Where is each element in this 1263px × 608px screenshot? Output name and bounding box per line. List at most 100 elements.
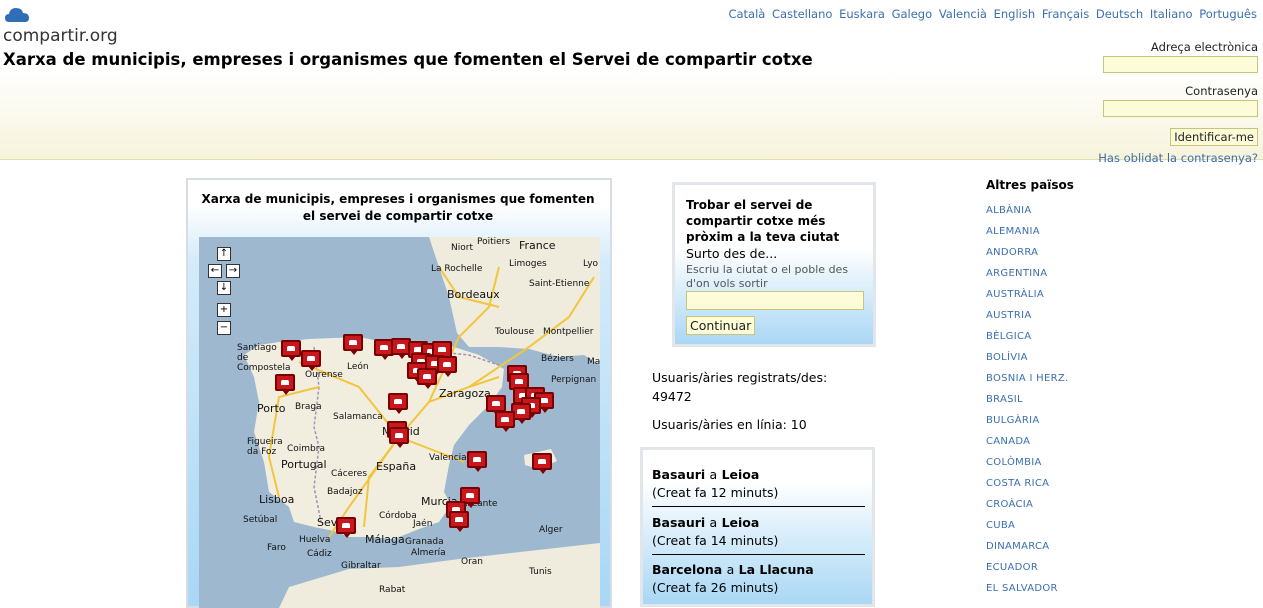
map-marker[interactable] [449,511,469,532]
map-label-oran: Oran [461,557,484,567]
trip-to: Leioa [721,467,760,482]
online-users-text: Usuaris/àries en línia: 10 [652,417,807,432]
country-link[interactable]: ANDORRA [986,247,1038,258]
map-label-zaragoza: Zaragoza [439,387,491,400]
pan-down-button[interactable]: ↓ [217,281,231,295]
map-marker[interactable] [437,356,457,377]
map-label-france: France [519,239,556,252]
map-label-montpellier: Montpellier [543,327,594,337]
page-title: Xarxa de municipis, empreses i organisme… [3,50,813,69]
map-marker[interactable] [467,451,487,472]
lang-link-eu[interactable]: Euskara [839,7,885,21]
country-link[interactable]: CUBA [986,520,1015,531]
trip-created: (Creat fa 12 minuts) [652,485,779,500]
password-label: Contrasenya [1185,84,1258,98]
country-link[interactable]: AUSTRIA [986,310,1031,321]
map-label-valencia: Valencia [429,453,467,463]
lang-link-pt[interactable]: Português [1199,7,1257,21]
map-label-coimbra: Coimbra [287,444,325,454]
country-link[interactable]: CANADA [986,436,1030,447]
country-link[interactable]: CROÀCIA [986,499,1033,510]
country-link[interactable]: COSTA RICA [986,478,1049,489]
list-item[interactable]: Barcelona a La Llacuna (Creat fa 26 minu… [652,561,865,601]
map-label-saintetienne: Saint-Etienne [529,279,590,289]
country-link[interactable]: ARGENTINA [986,268,1047,279]
map-label-setubal: Setúbal [243,515,278,525]
map-label-cordoba: Córdoba [379,511,417,521]
login-button[interactable]: Identificar-me [1170,128,1258,146]
pan-left-button[interactable]: ← [208,264,222,278]
lang-link-ca[interactable]: Català [728,7,765,21]
login-form: Adreça electrònica Contrasenya Identific… [1098,40,1258,165]
country-link[interactable]: COLÒMBIA [986,457,1042,468]
continue-button[interactable]: Continuar [686,316,756,335]
network-map[interactable]: ↑ ← → ↓ + − France Niort Poitiers Limoge… [199,237,600,608]
search-box-hint: Escriu la ciutat o el poble des d'on vol… [686,263,849,290]
map-label-santiago: Santiago de Compostela [237,343,291,373]
map-label-almeria: Almería [411,548,446,558]
map-marker[interactable] [281,340,301,361]
country-link[interactable]: AUSTRÀLIA [986,289,1044,300]
email-field[interactable] [1103,56,1258,73]
lang-link-en[interactable]: English [994,7,1036,21]
map-marker[interactable] [275,374,295,395]
forgot-password-link[interactable]: Has oblidat la contrasenya? [1098,151,1258,165]
map-marker[interactable] [486,395,506,416]
map-marker[interactable] [301,350,321,371]
map-panel: Xarxa de municipis, empreses i organisme… [186,178,612,608]
map-label-malaga: Málaga [365,533,405,546]
map-label-porto: Porto [257,402,286,415]
country-link[interactable]: DINAMARCA [986,541,1049,552]
map-label-espana: España [376,460,417,473]
country-link[interactable]: BOLÍVIA [986,352,1028,363]
map-marker[interactable] [495,411,515,432]
trip-created: (Creat fa 26 minuts) [652,580,779,595]
list-item[interactable]: Basauri a Leioa (Creat fa 12 minuts) [652,466,865,507]
country-link[interactable]: BRASIL [986,394,1023,405]
country-link[interactable]: BULGÀRIA [986,415,1039,426]
lang-link-de[interactable]: Deutsch [1096,7,1143,21]
map-marker[interactable] [532,453,552,474]
map-marker[interactable] [343,334,363,355]
trip-created: (Creat fa 14 minuts) [652,533,779,548]
search-box-subtitle: Surto des de... [686,246,778,261]
zoom-in-button[interactable]: + [217,303,231,317]
lang-link-it[interactable]: Italiano [1150,7,1193,21]
country-link[interactable]: BÈLGICA [986,331,1031,342]
map-marker[interactable] [336,517,356,538]
other-countries: Altres països ALBÀNIA ALEMANIA ANDORRA A… [986,178,1074,599]
header: compartir.org Català Castellano Euskara … [0,0,1263,165]
lang-link-es[interactable]: Castellano [772,7,832,21]
pan-up-button[interactable]: ↑ [217,247,231,261]
map-label-braga: Braga [295,402,322,412]
password-field[interactable] [1103,100,1258,117]
map-label-perpignan: Perpignan [551,375,597,385]
lang-link-gl[interactable]: Galego [892,7,933,21]
map-label-alger: Alger [539,525,563,535]
lang-link-va[interactable]: Valencià [939,7,987,21]
map-marker[interactable] [389,427,409,448]
map-label-toulouse: Toulouse [495,327,535,337]
country-link[interactable]: BOSNIA I HERZ. [986,373,1069,384]
lang-link-fr[interactable]: Français [1042,7,1089,21]
country-link[interactable]: ALBÀNIA [986,205,1031,216]
map-label-bordeaux: Bordeaux [447,288,500,301]
country-link[interactable]: ECUADOR [986,562,1038,573]
country-list: ALBÀNIA ALEMANIA ANDORRA ARGENTINA AUSTR… [986,200,1074,599]
map-label-jaen: Jaén [413,519,433,529]
logo-text: compartir.org [3,26,118,46]
cloud-icon [5,8,29,22]
trip-from: Basauri [652,467,706,482]
trip-from: Basauri [652,515,706,530]
country-link[interactable]: EL SALVADOR [986,583,1058,594]
map-marker[interactable] [388,393,408,414]
map-label-granada: Granada [405,537,444,547]
pan-right-button[interactable]: → [226,264,240,278]
map-label-mar: Ma [587,357,600,367]
map-marker[interactable] [417,368,437,389]
country-link[interactable]: ALEMANIA [986,226,1040,237]
map-label-badajoz: Badajoz [327,487,363,497]
zoom-out-button[interactable]: − [217,321,231,335]
origin-city-input[interactable] [686,291,864,310]
list-item[interactable]: Basauri a Leioa (Creat fa 14 minuts) [652,514,865,555]
